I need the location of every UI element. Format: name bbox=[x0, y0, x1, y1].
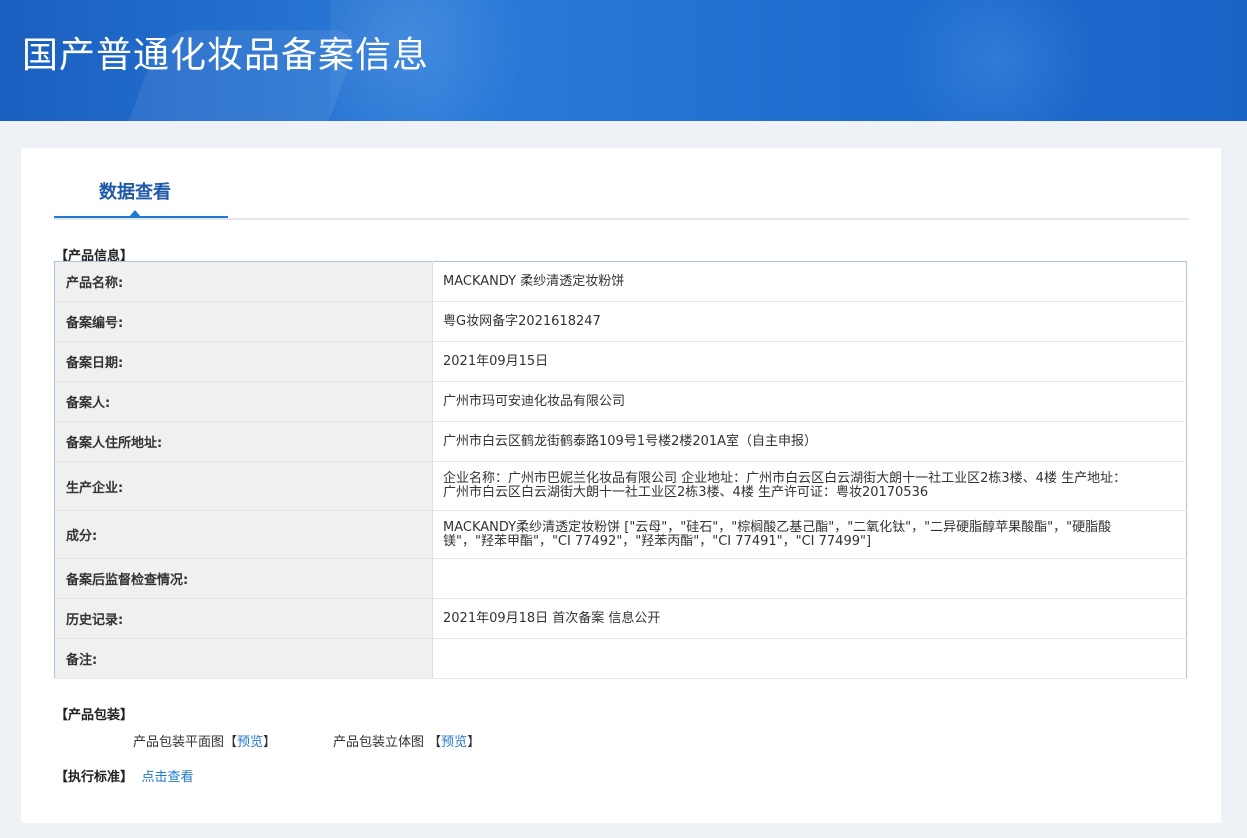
tab-data-view[interactable]: 数据查看 bbox=[54, 148, 228, 218]
bracket-open: 【 bbox=[224, 735, 238, 750]
info-row-value: 粤G妆网备字2021618247 bbox=[432, 301, 1187, 342]
info-row-value: 广州市白云区鹤龙街鹤泰路109号1号楼2楼201A室（自主申报） bbox=[432, 421, 1187, 462]
info-row-value: 2021年09月18日 首次备案 信息公开 bbox=[432, 598, 1187, 639]
bracket-close: 】 bbox=[467, 735, 481, 750]
section-title-standard: 【执行标准】 bbox=[55, 770, 134, 785]
info-row-label: 备案日期: bbox=[54, 341, 433, 382]
section-title-packaging: 【产品包装】 bbox=[55, 708, 134, 723]
info-row-label: 历史记录: bbox=[54, 598, 433, 639]
info-row-value bbox=[432, 558, 1187, 599]
page-title: 国产普通化妆品备案信息 bbox=[22, 35, 430, 76]
info-row: 历史记录: 2021年09月18日 首次备案 信息公开 bbox=[54, 598, 1187, 639]
info-row-value: MACKANDY 柔纱清透定妆粉饼 bbox=[432, 261, 1187, 302]
info-row-value bbox=[432, 638, 1187, 679]
info-row: 生产企业: 企业名称：广州市巴妮兰化妆品有限公司 企业地址：广州市白云区白云湖街大… bbox=[54, 461, 1187, 511]
info-row: 产品名称: MACKANDY 柔纱清透定妆粉饼 bbox=[54, 261, 1187, 302]
info-row: 备案编号: 粤G妆网备字2021618247 bbox=[54, 301, 1187, 342]
banner-decoration bbox=[867, 0, 1127, 121]
info-row-label: 成分: bbox=[54, 510, 433, 559]
tab-caret-icon bbox=[129, 210, 141, 217]
section-standard: 【执行标准】 点击查看 bbox=[55, 766, 194, 785]
info-row: 成分: MACKANDY柔纱清透定妆粉饼 ["云母"，"硅石"，"棕榈酸乙基己酯"… bbox=[54, 510, 1187, 559]
info-row: 备注: bbox=[54, 638, 1187, 679]
bracket-open: 【 bbox=[428, 735, 442, 750]
info-row: 备案人: 广州市玛可安迪化妆品有限公司 bbox=[54, 381, 1187, 422]
standard-view-link[interactable]: 点击查看 bbox=[142, 770, 194, 785]
tab-label: 数据查看 bbox=[99, 182, 171, 203]
packaging-flat: 产品包装平面图【预览】 bbox=[133, 731, 276, 750]
info-row-value: MACKANDY柔纱清透定妆粉饼 ["云母"，"硅石"，"棕榈酸乙基己酯"，"二… bbox=[432, 510, 1187, 559]
info-row-label: 备案人住所地址: bbox=[54, 421, 433, 462]
info-row-label: 备注: bbox=[54, 638, 433, 679]
info-row-label: 备案人: bbox=[54, 381, 433, 422]
info-row: 备案人住所地址: 广州市白云区鹤龙街鹤泰路109号1号楼2楼201A室（自主申报） bbox=[54, 421, 1187, 462]
packaging-flat-label: 产品包装平面图 bbox=[133, 735, 225, 750]
info-row-label: 生产企业: bbox=[54, 461, 433, 511]
info-row-value: 企业名称：广州市巴妮兰化妆品有限公司 企业地址：广州市白云区白云湖街大朗十一社工… bbox=[432, 461, 1187, 511]
info-row-label: 备案后监督检查情况: bbox=[54, 558, 433, 599]
bracket-close: 】 bbox=[263, 735, 277, 750]
info-row-value: 2021年09月15日 bbox=[432, 341, 1187, 382]
info-row-label: 产品名称: bbox=[54, 261, 433, 302]
packaging-solid: 产品包装立体图 【预览】 bbox=[333, 731, 480, 750]
info-row-label: 备案编号: bbox=[54, 301, 433, 342]
info-row: 备案日期: 2021年09月15日 bbox=[54, 341, 1187, 382]
packaging-flat-preview-link[interactable]: 预览 bbox=[237, 735, 263, 750]
info-row: 备案后监督检查情况: bbox=[54, 558, 1187, 599]
product-info-table: 产品名称: MACKANDY 柔纱清透定妆粉饼 备案编号: 粤G妆网备字2021618… bbox=[54, 261, 1187, 679]
tab-bar: 数据查看 bbox=[54, 148, 1189, 220]
info-row-value: 广州市玛可安迪化妆品有限公司 bbox=[432, 381, 1187, 422]
header-banner: 国产普通化妆品备案信息 bbox=[0, 0, 1247, 121]
content-card: 数据查看 【产品信息】 产品名称: MACKANDY 柔纱清透定妆粉饼 备案编号: 粤… bbox=[21, 148, 1221, 823]
packaging-solid-label: 产品包装立体图 bbox=[333, 735, 425, 750]
packaging-solid-preview-link[interactable]: 预览 bbox=[441, 735, 467, 750]
